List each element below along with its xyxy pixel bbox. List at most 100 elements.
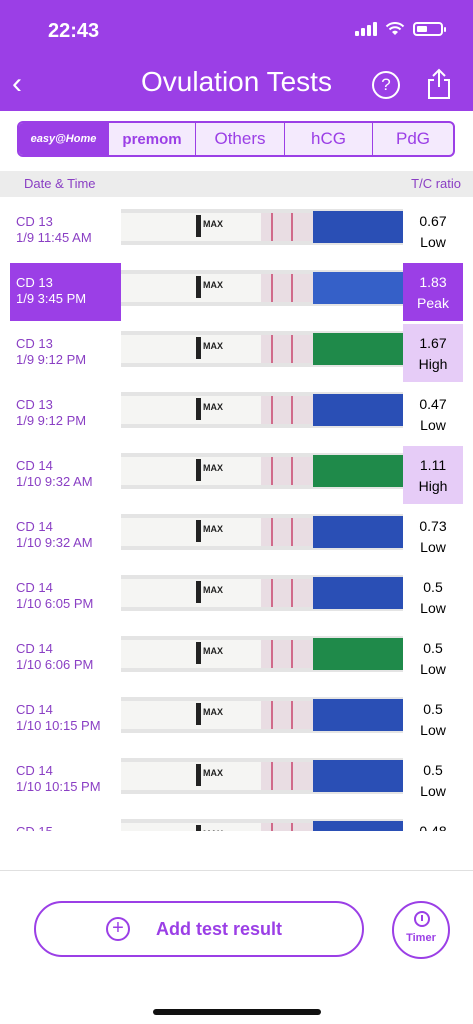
divider <box>0 870 473 871</box>
test-datetime: CD 14 1/10 6:05 PM <box>10 568 121 626</box>
tab-pdg[interactable]: PdG <box>373 123 453 155</box>
test-row[interactable]: CD 14 1/10 9:32 AM MAX 1.11 High <box>0 443 473 504</box>
brand-tabs: easy@Home premom Others hCG PdG <box>17 121 455 157</box>
test-row[interactable]: CD 13 1/9 9:12 PM MAX 0.47 Low <box>0 382 473 442</box>
ratio-value: 1.67 <box>419 335 447 351</box>
wifi-icon <box>385 22 405 35</box>
strip-max-label: MAX <box>203 524 223 534</box>
tc-ratio: 0.67 Low <box>403 202 463 260</box>
date-time-header: Date & Time <box>24 176 96 191</box>
ratio-level: High <box>418 478 448 494</box>
test-strip-image[interactable]: MAX <box>121 209 403 245</box>
battery-icon <box>413 22 446 36</box>
share-icon[interactable] <box>426 68 452 100</box>
test-row[interactable]: CD 14 1/10 6:05 PM MAX 0.5 Low <box>0 565 473 625</box>
test-datetime: CD 13 1/9 11:45 AM <box>10 202 121 260</box>
test-datetime: CD 14 1/10 9:32 AM <box>10 446 121 504</box>
tc-ratio: 0.5 Low <box>403 751 463 809</box>
test-row[interactable]: CD 14 1/10 6:06 PM MAX 0.5 Low <box>0 626 473 686</box>
test-time: 1/9 9:12 PM <box>16 352 87 367</box>
tab-others[interactable]: Others <box>196 123 285 155</box>
clock-icon <box>414 911 430 927</box>
cycle-day: CD 14 <box>16 702 53 717</box>
ratio-value: 0.48 <box>419 823 447 831</box>
help-icon[interactable]: ? <box>372 71 400 99</box>
plus-circle-icon: + <box>106 917 130 941</box>
page-title: Ovulation Tests <box>141 66 332 97</box>
tc-ratio: 0.5 Low <box>403 568 463 626</box>
test-time: 1/10 9:32 AM <box>16 474 93 489</box>
home-indicator <box>153 1009 321 1015</box>
ratio-value: 0.5 <box>423 640 443 656</box>
test-row[interactable]: CD 13 1/9 3:45 PM MAX 1.83 Peak <box>0 260 473 321</box>
cycle-day: CD 14 <box>16 580 53 595</box>
test-list[interactable]: CD 13 1/9 11:45 AM MAX 0.67 Low CD 13 1/9 3:45… <box>0 199 473 831</box>
test-strip-image[interactable]: MAX <box>121 758 403 794</box>
status-icons <box>355 22 446 36</box>
test-datetime: CD 14 1/10 9:32 AM <box>10 507 121 565</box>
ratio-level: High <box>418 356 448 372</box>
tab-premom[interactable]: premom <box>109 123 196 155</box>
ratio-value: 1.83 <box>419 274 447 290</box>
ratio-level: Low <box>420 722 446 738</box>
cycle-day: CD 14 <box>16 458 53 473</box>
tab-hcg[interactable]: hCG <box>285 123 373 155</box>
ratio-level: Low <box>420 234 446 250</box>
test-time: 1/9 3:45 PM <box>16 291 87 306</box>
test-row[interactable]: CD 14 1/10 9:32 AM MAX 0.73 Low <box>0 504 473 564</box>
test-datetime: CD 15 <box>10 812 121 831</box>
app-header: 22:43 ‹ Ovulation Tests ? <box>0 0 473 111</box>
test-datetime: CD 13 1/9 9:12 PM <box>10 324 121 382</box>
test-strip-image[interactable]: MAX <box>121 392 403 428</box>
test-time: 1/9 11:45 AM <box>16 230 92 245</box>
tc-ratio: 0.5 Low <box>403 629 463 687</box>
ratio-value: 0.67 <box>419 213 447 229</box>
test-strip-image[interactable]: MAX <box>121 697 403 733</box>
ratio-value: 1.11 <box>419 457 447 473</box>
strip-max-label: MAX <box>203 280 223 290</box>
test-time: 1/10 10:15 PM <box>16 718 101 733</box>
test-strip-image[interactable]: MAX <box>121 453 403 489</box>
strip-max-label: MAX <box>203 707 223 717</box>
test-row[interactable]: CD 14 1/10 10:15 PM MAX 0.5 Low <box>0 687 473 747</box>
cycle-day: CD 14 <box>16 519 53 534</box>
strip-max-label: MAX <box>203 463 223 473</box>
strip-max-label: MAX <box>203 646 223 656</box>
test-row[interactable]: CD 14 1/10 10:15 PM MAX 0.5 Low <box>0 748 473 808</box>
test-strip-image[interactable]: MAX <box>121 636 403 672</box>
test-datetime: CD 14 1/10 10:15 PM <box>10 690 121 748</box>
tc-ratio: 0.48 <box>403 812 463 831</box>
cycle-day: CD 14 <box>16 641 53 656</box>
test-strip-image[interactable]: MAX <box>121 331 403 367</box>
tc-ratio: 1.67 High <box>403 324 463 382</box>
test-row[interactable]: CD 13 1/9 11:45 AM MAX 0.67 Low <box>0 199 473 259</box>
ratio-level: Low <box>420 417 446 433</box>
test-strip-image[interactable]: MAX <box>121 514 403 550</box>
cellular-signal-icon <box>355 22 377 36</box>
cycle-day: CD 14 <box>16 763 53 778</box>
test-time: 1/9 9:12 PM <box>16 413 87 428</box>
test-strip-image[interactable]: MAX <box>121 575 403 611</box>
add-test-result-button[interactable]: + Add test result <box>34 901 364 957</box>
cycle-day: CD 13 <box>16 336 53 351</box>
test-datetime: CD 13 1/9 9:12 PM <box>10 385 121 443</box>
test-strip-image[interactable]: MAX <box>121 270 403 306</box>
test-time: 1/10 6:06 PM <box>16 657 94 672</box>
tc-ratio: 0.5 Low <box>403 690 463 748</box>
strip-max-label: MAX <box>203 829 223 831</box>
tab-easy-home[interactable]: easy@Home <box>19 123 109 155</box>
strip-max-label: MAX <box>203 219 223 229</box>
test-time: 1/10 9:32 AM <box>16 535 93 550</box>
test-row[interactable]: CD 15 MAX 0.48 <box>0 809 473 831</box>
tc-ratio: 0.47 Low <box>403 385 463 443</box>
tc-ratio: 1.83 Peak <box>403 263 463 321</box>
ratio-level: Low <box>420 539 446 555</box>
ratio-value: 0.73 <box>419 518 447 534</box>
cycle-day: CD 13 <box>16 214 53 229</box>
test-time: 1/10 6:05 PM <box>16 596 94 611</box>
ratio-value: 0.5 <box>423 701 443 717</box>
timer-button[interactable]: Timer <box>392 901 450 959</box>
test-strip-image[interactable]: MAX <box>121 819 403 831</box>
ratio-level: Peak <box>417 295 449 311</box>
test-row[interactable]: CD 13 1/9 9:12 PM MAX 1.67 High <box>0 321 473 382</box>
